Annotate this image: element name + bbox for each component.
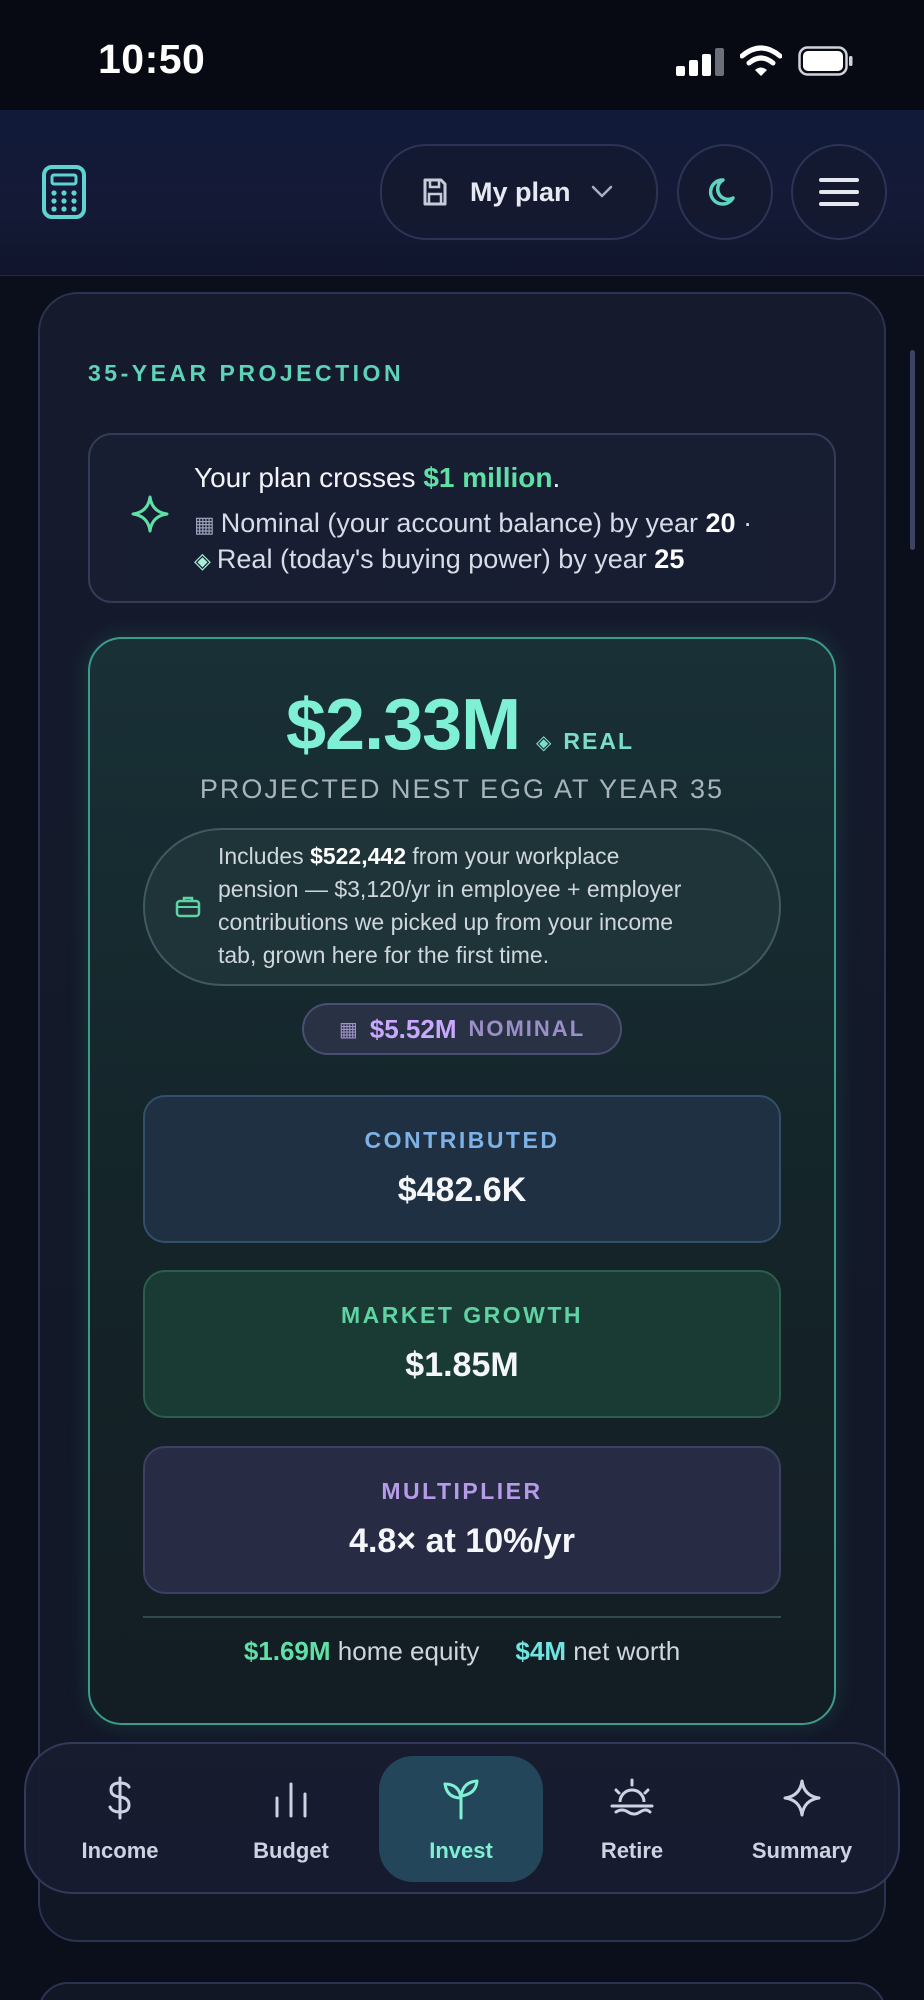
nav-label: Budget [253,1838,329,1863]
bar-chart-icon [275,1782,307,1818]
multiplier-stat: MULTIPLIER 4.8× at 10%/yr [143,1446,781,1594]
real-tag: ◈ REAL [536,728,635,754]
moon-icon [708,178,735,206]
home-equity-value: $1.69M [243,1636,331,1666]
stat-label: CONTRIBUTED [364,1127,560,1153]
plan-selector-button[interactable]: My plan [380,144,658,240]
nominal-value-pill: ▦ $5.52M NOMINAL [302,1003,622,1055]
milestone-real: ◈ Real (today's buying power) by year 25 [194,544,685,574]
nominal-value: $5.52M [369,1013,457,1044]
dollar-icon [108,1776,131,1820]
briefcase-icon [175,896,201,918]
nav-label: Income [81,1838,159,1863]
nest-egg-value: $2.33M [286,685,521,765]
theme-toggle-button[interactable] [677,144,773,240]
sunset-icon [610,1778,654,1816]
nominal-tag: NOMINAL [468,1016,586,1041]
nav-label: Invest [429,1838,493,1863]
net-worth-value: $4M [515,1636,566,1666]
nav-tab-invest[interactable]: Invest [379,1756,543,1882]
battery-icon [798,46,853,76]
divider [143,1616,781,1618]
calculator-icon[interactable] [40,164,88,220]
net-worth-summary: $1.69M home equity $4M net worth [243,1636,681,1666]
stat-label: MULTIPLIER [381,1478,543,1504]
nav-tab-budget[interactable]: Budget [209,1756,373,1882]
stat-value: $1.85M [405,1346,519,1384]
pension-text-line: pension — $3,120/yr in employee + employ… [218,876,682,902]
milestone-headline: Your plan crosses $1 million. [194,462,561,493]
diamond-icon: ◈ [536,732,554,754]
scrollbar[interactable] [910,350,915,550]
section-title: 35-YEAR PROJECTION [88,360,405,386]
contributed-stat: CONTRIBUTED $482.6K [143,1095,781,1243]
sprout-icon [443,1779,479,1820]
chevron-down-icon [591,185,612,198]
market-growth-stat: MARKET GROWTH $1.85M [143,1270,781,1418]
nav-label: Summary [751,1838,853,1863]
pension-text-line: Includes $522,442 from your workplace [218,843,620,869]
status-time: 10:50 [98,36,206,82]
pension-text-line: tab, grown here for the first time. [218,942,550,968]
save-icon [423,178,447,206]
nav-tab-summary[interactable]: Summary [720,1756,884,1882]
milestone-amount: $1 million [423,462,553,493]
nav-tab-income[interactable]: Income [38,1756,202,1882]
menu-icon [819,178,859,206]
stat-value: 4.8× at 10%/yr [349,1522,575,1560]
stat-value: $482.6K [397,1171,527,1209]
pension-text-line: contributions we picked up from your inc… [218,909,674,935]
grid-icon: ▦ [338,1018,358,1041]
nav-label: Retire [600,1838,664,1863]
sparkle-icon [131,495,169,533]
next-card [38,1982,886,2000]
cellular-signal-icon [676,48,724,76]
menu-button[interactable] [791,144,887,240]
sparkle-icon [783,1779,821,1817]
stat-label: MARKET GROWTH [340,1302,584,1328]
diamond-icon: ◈ [194,548,211,573]
nest-egg-caption: PROJECTED NEST EGG AT YEAR 35 [199,774,725,804]
nav-tab-retire[interactable]: Retire [550,1756,714,1882]
grid-icon: ▦ [194,512,215,537]
milestone-nominal: ▦ Nominal (your account balance) by year … [194,508,753,538]
wifi-icon [740,45,782,76]
plan-name: My plan [470,176,571,207]
